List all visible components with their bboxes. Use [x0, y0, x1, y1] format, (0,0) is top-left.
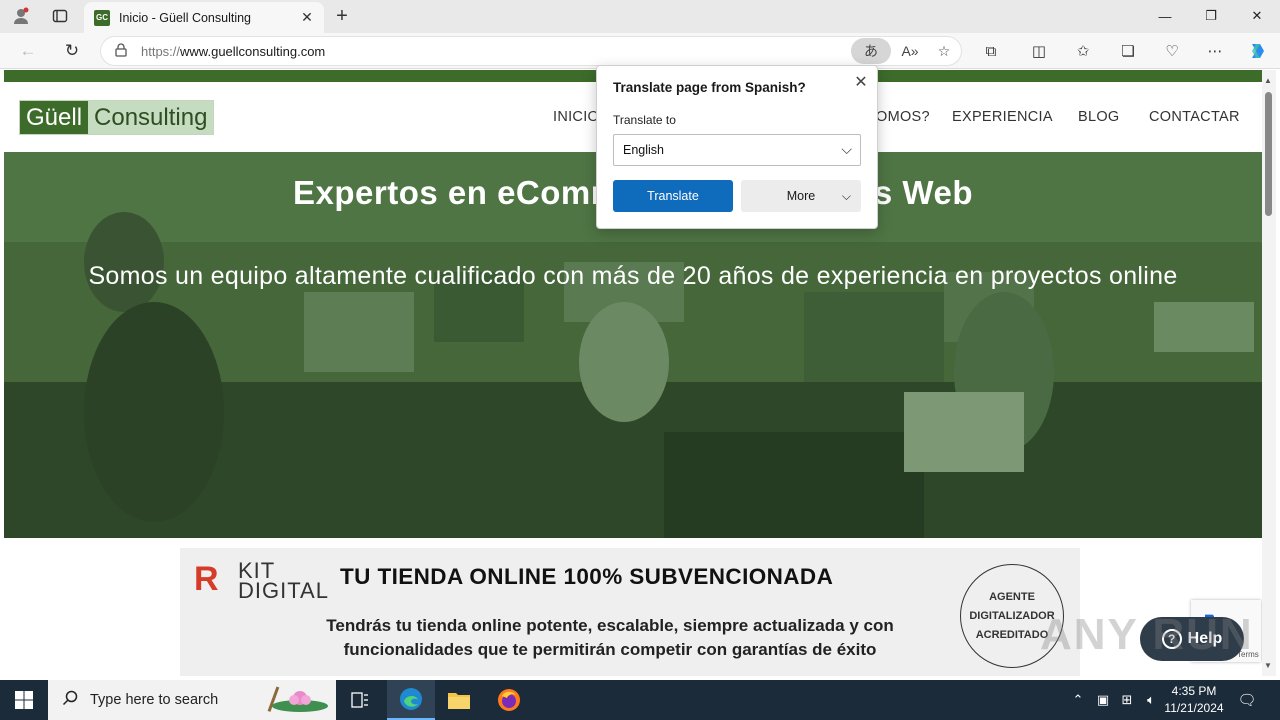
- logo-part2: Consulting: [88, 101, 214, 134]
- search-icon: [62, 690, 78, 711]
- network-icon[interactable]: ⊞: [1116, 680, 1138, 720]
- new-tab-icon[interactable]: +: [330, 4, 354, 28]
- selected-language: English: [623, 143, 664, 157]
- translate-icon[interactable]: あ: [851, 38, 891, 64]
- popup-close-icon[interactable]: ✕: [851, 72, 871, 92]
- split-screen-icon[interactable]: ◫: [1024, 38, 1054, 64]
- tab-close-icon[interactable]: ✕: [296, 7, 318, 29]
- more-button[interactable]: More ⌵: [741, 180, 861, 212]
- settings-more-icon[interactable]: ⋯: [1200, 38, 1230, 64]
- popup-title: Translate page from Spanish?: [613, 80, 806, 95]
- profile-icon[interactable]: [8, 4, 34, 28]
- kit-digital-logo: R KIT DIGITAL: [194, 558, 334, 603]
- translate-popup: Translate page from Spanish? ✕ Translate…: [596, 65, 878, 229]
- file-explorer-icon[interactable]: [435, 680, 483, 720]
- copilot-icon[interactable]: [1243, 38, 1273, 64]
- taskbar-clock[interactable]: 4:35 PM 11/21/2024: [1158, 683, 1230, 717]
- nav-item-inicio[interactable]: INICIO: [553, 109, 599, 125]
- page-scrollbar[interactable]: ▲ ▼: [1262, 70, 1276, 676]
- url-scheme: https://: [141, 43, 181, 59]
- back-arrow-icon[interactable]: ←: [14, 38, 42, 64]
- read-aloud-icon[interactable]: A»: [893, 38, 927, 64]
- window-close-icon[interactable]: ✕: [1234, 0, 1280, 32]
- windows-start-icon[interactable]: [0, 680, 48, 720]
- kit-digital-r-icon: R: [194, 560, 219, 598]
- taskbar-search[interactable]: Type here to search: [48, 680, 336, 720]
- translate-button[interactable]: Translate: [613, 180, 733, 212]
- refresh-icon[interactable]: ↻: [58, 38, 86, 64]
- site-logo[interactable]: Güell Consulting: [19, 100, 215, 135]
- logo-part1: Güell: [20, 101, 89, 134]
- more-chevron-icon: ⌵: [841, 188, 851, 203]
- scroll-up-icon[interactable]: ▲: [1264, 76, 1272, 85]
- search-highlight-icon: [260, 682, 330, 719]
- windows-taskbar: Type here to search ⌃ ▣ ⊞ 🔈︎ 4:35 PM 11/…: [0, 680, 1280, 720]
- kit-digital-banner[interactable]: R KIT DIGITAL TU TIENDA ONLINE 100% SUBV…: [180, 548, 1080, 676]
- nav-item-quienes-somos[interactable]: OMOS?: [876, 109, 930, 125]
- tray-chevron-up-icon[interactable]: ⌃: [1068, 680, 1088, 720]
- banner-text: Tendrás tu tienda online potente, escala…: [326, 616, 894, 659]
- lock-icon[interactable]: [101, 42, 141, 60]
- favorites-icon[interactable]: ✩: [1068, 38, 1098, 64]
- browser-toolbar: ← ↻ https://www.guellconsulting.com あ A»…: [0, 33, 1280, 69]
- url-domain: www.guellconsulting.com: [180, 43, 326, 59]
- tray-security-icon[interactable]: ▣: [1092, 680, 1114, 720]
- browser-essentials-icon[interactable]: ♡: [1157, 38, 1187, 64]
- scroll-down-icon[interactable]: ▼: [1264, 661, 1272, 670]
- tab-actions-icon[interactable]: [47, 4, 73, 28]
- minimize-icon[interactable]: —: [1142, 0, 1188, 32]
- chevron-down-icon: ⌵: [841, 141, 852, 157]
- more-label: More: [786, 189, 816, 203]
- tab-title: Inicio - Güell Consulting: [119, 10, 252, 25]
- scroll-thumb[interactable]: [1265, 92, 1272, 216]
- clock-date: 11/21/2024: [1164, 701, 1224, 715]
- clock-time: 4:35 PM: [1171, 684, 1217, 698]
- restore-icon[interactable]: ❐: [1188, 0, 1234, 32]
- kit-line2: DIGITAL: [238, 578, 329, 603]
- translate-to-label: Translate to: [613, 113, 676, 127]
- search-placeholder: Type here to search: [90, 692, 219, 708]
- url-text[interactable]: https://www.guellconsulting.com: [141, 44, 851, 59]
- extensions-icon[interactable]: ⧉: [976, 38, 1006, 64]
- nav-item-blog[interactable]: BLOG: [1078, 109, 1120, 125]
- notifications-icon[interactable]: 🗨︎: [1232, 680, 1262, 720]
- nav-item-experiencia[interactable]: EXPERIENCIA: [952, 109, 1053, 125]
- language-select[interactable]: English ⌵: [613, 134, 861, 166]
- nav-item-contactar[interactable]: CONTACTAR: [1149, 109, 1240, 125]
- favorite-star-icon[interactable]: ☆: [927, 38, 961, 64]
- hero-subtitle: Somos un equipo altamente cualificado co…: [88, 262, 1178, 290]
- firefox-icon[interactable]: [485, 680, 533, 720]
- task-view-icon[interactable]: [336, 680, 384, 720]
- address-bar[interactable]: https://www.guellconsulting.com あ A» ☆: [100, 36, 962, 66]
- site-favicon-icon: GC: [94, 9, 110, 26]
- collections-icon[interactable]: ❏: [1113, 38, 1143, 64]
- banner-title: TU TIENDA ONLINE 100% SUBVENCIONADA: [340, 564, 834, 589]
- edge-taskbar-icon[interactable]: [387, 680, 435, 720]
- anyrun-watermark: ANY RUN: [1040, 610, 1254, 659]
- browser-tab-active[interactable]: GC Inicio - Güell Consulting ✕: [84, 2, 324, 33]
- browser-tabbar: GC Inicio - Güell Consulting ✕ + — ❐ ✕: [0, 0, 1280, 33]
